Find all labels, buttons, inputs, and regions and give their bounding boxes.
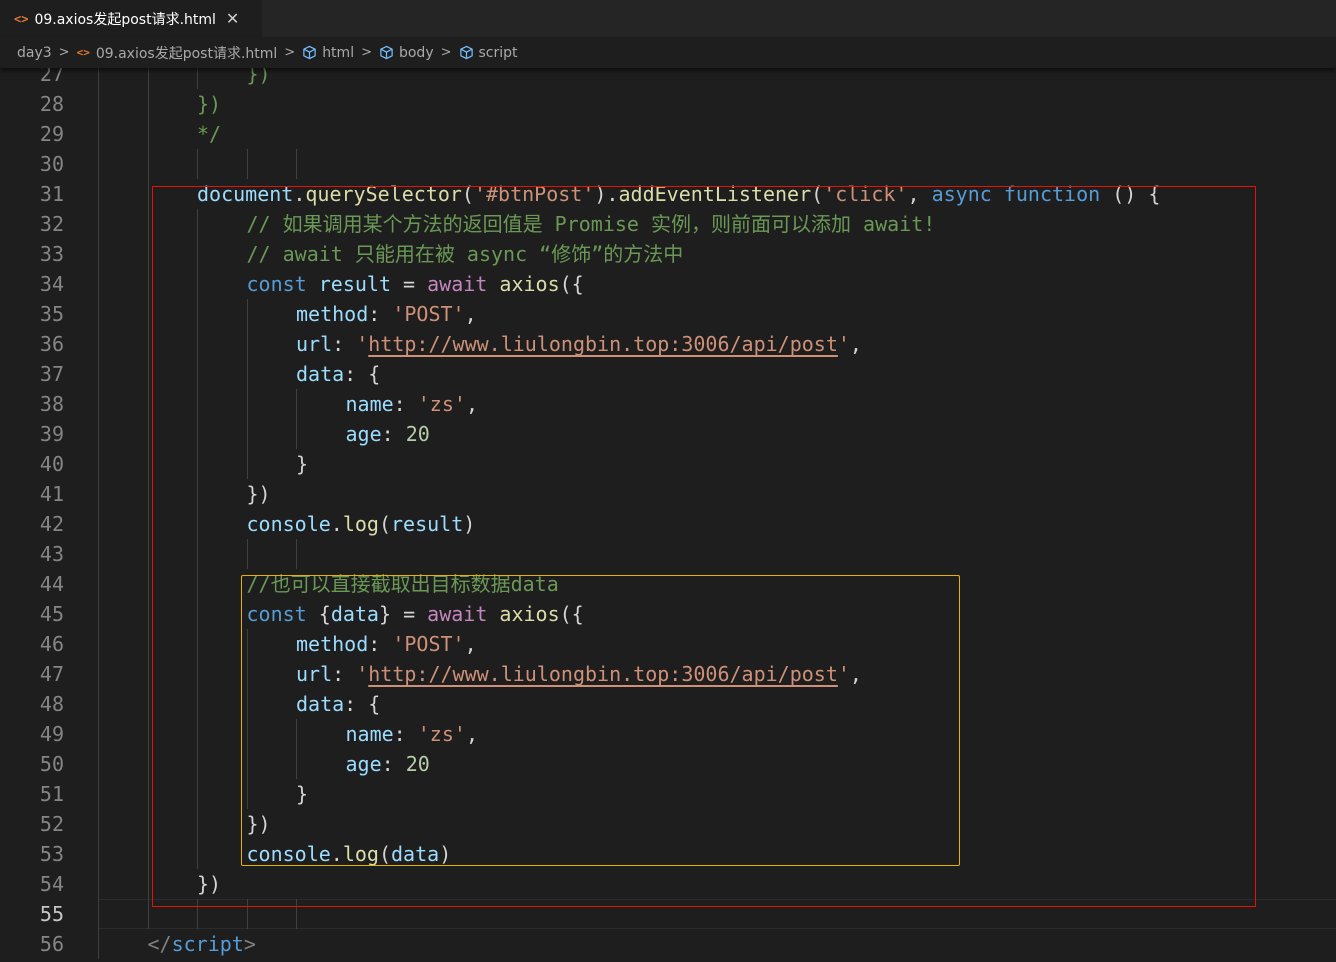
line-number: 54: [39, 872, 64, 896]
code-token: >: [243, 932, 256, 956]
breadcrumb-symbol-body[interactable]: body: [379, 45, 434, 61]
code-token: </: [147, 932, 172, 956]
line-number: 27: [39, 68, 64, 86]
line-number: 44: [39, 572, 64, 596]
code-line[interactable]: 29 */: [0, 119, 1336, 149]
close-icon[interactable]: ✕: [226, 9, 239, 28]
code-token: */: [197, 122, 222, 146]
line-number: 35: [39, 302, 64, 326]
breadcrumb-label: body: [398, 44, 434, 61]
code-text: </script>: [148, 929, 256, 959]
line-number: 36: [39, 332, 64, 356]
breadcrumb-symbol-script[interactable]: script: [459, 45, 518, 61]
breadcrumb-label: 09.axios发起post请求.html: [95, 45, 278, 62]
line-number: 55: [39, 902, 64, 926]
code-line[interactable]: 56 </script>: [0, 929, 1336, 959]
chevron-right-icon: >: [284, 45, 296, 60]
code-token: script: [171, 932, 244, 956]
line-number: 49: [39, 722, 64, 746]
symbol-cube-icon: [459, 45, 473, 60]
line-number: 53: [39, 842, 64, 866]
symbol-cube-icon: [380, 45, 393, 60]
indent-guide: [98, 68, 99, 959]
line-number: 45: [39, 602, 64, 626]
highlight-box-inner: [241, 575, 960, 866]
breadcrumb-file[interactable]: <> 09.axios发起post请求.html: [77, 43, 278, 63]
line-number: 31: [39, 182, 64, 206]
editor-tab[interactable]: <> 09.axios发起post请求.html ✕: [0, 0, 262, 37]
code-text: }): [247, 68, 271, 89]
code-line[interactable]: 30: [0, 149, 1336, 179]
line-number: 37: [39, 362, 64, 386]
line-number: 56: [39, 932, 64, 956]
line-number: 38: [39, 392, 64, 416]
line-number: 43: [39, 542, 64, 566]
chevron-right-icon: >: [58, 45, 70, 60]
chevron-right-icon: >: [440, 45, 452, 60]
breadcrumb: day3 > <> 09.axios发起post请求.html > html >…: [0, 37, 1336, 68]
line-number: 46: [39, 632, 64, 656]
breadcrumb-folder[interactable]: day3: [17, 45, 52, 61]
breadcrumb-label: html: [322, 44, 355, 61]
line-number: 51: [39, 782, 64, 806]
line-number: 32: [39, 212, 64, 236]
indent-guide: [296, 149, 297, 179]
line-number: 30: [39, 152, 64, 176]
code-token: }): [246, 68, 271, 86]
html-file-icon: <>: [14, 11, 29, 26]
line-number: 34: [39, 272, 64, 296]
breadcrumb-symbol-html[interactable]: html: [302, 45, 354, 61]
line-number: 41: [39, 482, 64, 506]
breadcrumb-label: script: [478, 44, 518, 61]
tab-title: 09.axios发起post请求.html: [34, 11, 216, 28]
line-number: 48: [39, 692, 64, 716]
line-number: 52: [39, 812, 64, 836]
html-file-icon: <>: [76, 46, 90, 59]
code-line[interactable]: 27}): [0, 68, 1336, 89]
line-number: 39: [39, 422, 64, 446]
code-token: }): [197, 92, 222, 116]
code-text: */: [197, 119, 221, 149]
line-number: 33: [39, 242, 64, 266]
line-number: 28: [39, 92, 64, 116]
line-number: 29: [39, 122, 64, 146]
code-line[interactable]: 28}): [0, 89, 1336, 119]
chevron-right-icon: >: [361, 45, 372, 60]
indent-guide: [246, 149, 248, 179]
indent-guide: [197, 68, 198, 89]
line-number: 40: [39, 452, 64, 476]
indent-guide: [147, 68, 149, 929]
breadcrumb-label: day3: [17, 44, 52, 61]
indent-guide: [197, 149, 198, 179]
tab-bar: <> 09.axios发起post请求.html ✕: [0, 0, 1336, 37]
code-text: }): [197, 89, 221, 119]
line-number: 42: [39, 512, 64, 536]
line-number: 50: [39, 752, 64, 776]
symbol-cube-icon: [303, 45, 316, 60]
line-number: 47: [39, 662, 64, 686]
